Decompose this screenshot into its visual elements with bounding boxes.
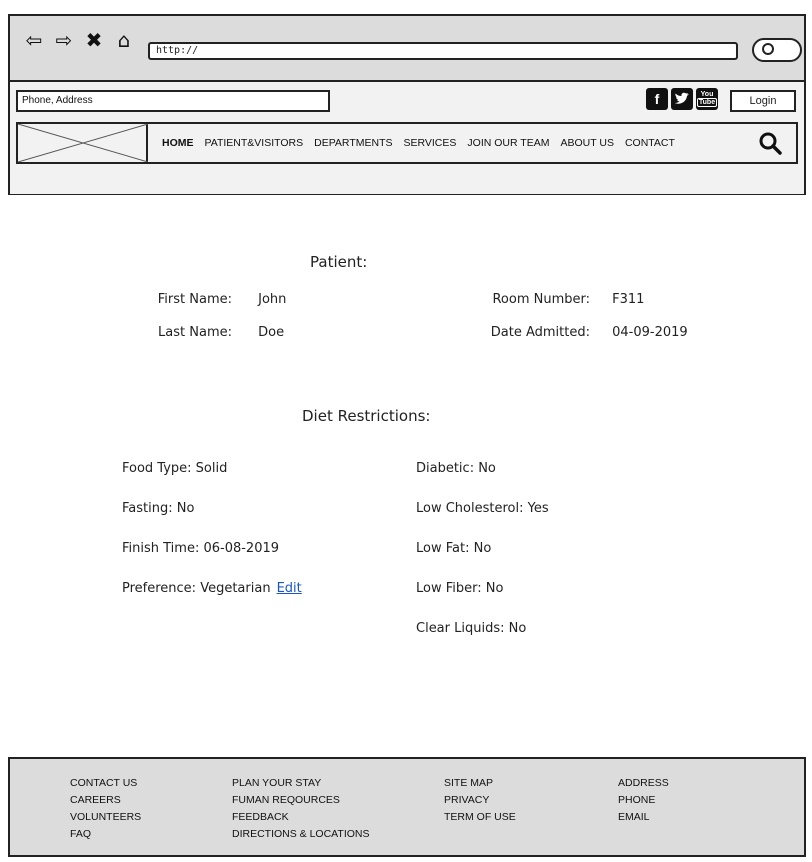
- low-fiber: Low Fiber: No: [416, 581, 504, 596]
- room-number-label: Room Number:: [492, 292, 590, 307]
- date-admitted-label: Date Admitted:: [490, 325, 590, 340]
- date-admitted-row: Date Admitted: 04-09-2019: [478, 325, 688, 340]
- edit-preference-link[interactable]: Edit: [277, 581, 302, 596]
- low-fat: Low Fat: No: [416, 541, 492, 556]
- footer-column-4: ADDRESS PHONE EMAIL: [618, 775, 669, 826]
- clear-liquids: Clear Liquids: No: [416, 621, 527, 636]
- footer-link-plan-your-stay[interactable]: PLAN YOUR STAY: [232, 775, 370, 792]
- social-links: f You Tube: [646, 88, 718, 110]
- back-icon[interactable]: ⇦: [22, 28, 46, 52]
- logo-placeholder-icon: [18, 124, 148, 162]
- first-name-value: John: [258, 292, 287, 307]
- last-name-label: Last Name:: [158, 325, 232, 340]
- site-footer: CONTACT US CAREERS VOLUNTEERS FAQ PLAN Y…: [8, 757, 806, 857]
- patient-section-title: Patient:: [310, 253, 368, 271]
- nav-item-patient-visitors[interactable]: PATIENT&VISITORS: [205, 137, 304, 149]
- nav-item-home[interactable]: HOME: [162, 137, 194, 149]
- preference: Preference: Vegetarian: [122, 581, 271, 596]
- room-number-row: Room Number: F311: [478, 292, 644, 307]
- room-number-value: F311: [612, 292, 645, 307]
- last-name-value: Doe: [258, 325, 285, 340]
- search-icon: [762, 43, 774, 55]
- footer-link-feedback[interactable]: FEEDBACK: [232, 809, 370, 826]
- preference-row: Preference: Vegetarian Edit: [122, 581, 302, 596]
- footer-link-phone[interactable]: PHONE: [618, 792, 669, 809]
- footer-link-human-resources[interactable]: FUMAN REQOURCES: [232, 792, 370, 809]
- browser-nav-buttons: ⇦ ⇨ ✖ ⌂: [22, 28, 136, 52]
- youtube-label-bottom: Tube: [696, 98, 718, 107]
- nav-item-about-us[interactable]: ABOUT US: [560, 137, 613, 149]
- nav-menu: HOME PATIENT&VISITORS DEPARTMENTS SERVIC…: [162, 124, 675, 162]
- diabetic: Diabetic: No: [416, 461, 496, 476]
- first-name-row: First Name: John: [128, 292, 287, 307]
- footer-column-3: SITE MAP PRIVACY TERM OF USE: [444, 775, 516, 826]
- home-icon[interactable]: ⌂: [112, 28, 136, 52]
- url-bar[interactable]: http://: [148, 42, 738, 60]
- facebook-icon[interactable]: f: [646, 88, 668, 110]
- youtube-icon[interactable]: You Tube: [696, 88, 718, 110]
- contact-info-field[interactable]: Phone, Address: [16, 90, 330, 112]
- main-content: Patient: First Name: John Last Name: Doe…: [8, 195, 806, 757]
- footer-link-careers[interactable]: CAREERS: [70, 792, 141, 809]
- footer-link-privacy[interactable]: PRIVACY: [444, 792, 516, 809]
- nav-item-join-our-team[interactable]: JOIN OUR TEAM: [467, 137, 549, 149]
- login-button[interactable]: Login: [730, 90, 796, 112]
- close-icon[interactable]: ✖: [82, 28, 106, 52]
- twitter-icon[interactable]: [671, 88, 693, 110]
- site-header: Phone, Address f You Tube Login HOME PAT…: [8, 82, 806, 195]
- browser-chrome: ⇦ ⇨ ✖ ⌂ http://: [8, 14, 806, 82]
- low-cholesterol: Low Cholesterol: Yes: [416, 501, 549, 516]
- footer-link-email[interactable]: EMAIL: [618, 809, 669, 826]
- search-icon[interactable]: [758, 131, 782, 155]
- footer-link-term-of-use[interactable]: TERM OF USE: [444, 809, 516, 826]
- browser-search-button[interactable]: [752, 38, 802, 62]
- finish-time: Finish Time: 06-08-2019: [122, 541, 280, 556]
- footer-link-directions-locations[interactable]: DIRECTIONS & LOCATIONS: [232, 826, 370, 843]
- nav-item-departments[interactable]: DEPARTMENTS: [314, 137, 392, 149]
- forward-icon[interactable]: ⇨: [52, 28, 76, 52]
- footer-link-site-map[interactable]: SITE MAP: [444, 775, 516, 792]
- footer-link-faq[interactable]: FAQ: [70, 826, 141, 843]
- nav-item-contact[interactable]: CONTACT: [625, 137, 675, 149]
- footer-column-1: CONTACT US CAREERS VOLUNTEERS FAQ: [70, 775, 141, 843]
- nav-item-services[interactable]: SERVICES: [403, 137, 456, 149]
- footer-link-address[interactable]: ADDRESS: [618, 775, 669, 792]
- footer-link-volunteers[interactable]: VOLUNTEERS: [70, 809, 141, 826]
- fasting: Fasting: No: [122, 501, 195, 516]
- twitter-bird-icon: [675, 92, 689, 104]
- first-name-label: First Name:: [157, 292, 232, 307]
- food-type: Food Type: Solid: [122, 461, 228, 476]
- diet-section-title: Diet Restrictions:: [302, 407, 431, 425]
- last-name-row: Last Name: Doe: [128, 325, 284, 340]
- logo-placeholder[interactable]: [18, 124, 148, 162]
- footer-link-contact-us[interactable]: CONTACT US: [70, 775, 141, 792]
- main-navigation: HOME PATIENT&VISITORS DEPARTMENTS SERVIC…: [16, 122, 798, 164]
- date-admitted-value: 04-09-2019: [612, 325, 688, 340]
- footer-column-2: PLAN YOUR STAY FUMAN REQOURCES FEEDBACK …: [232, 775, 370, 843]
- youtube-label-top: You: [700, 91, 714, 98]
